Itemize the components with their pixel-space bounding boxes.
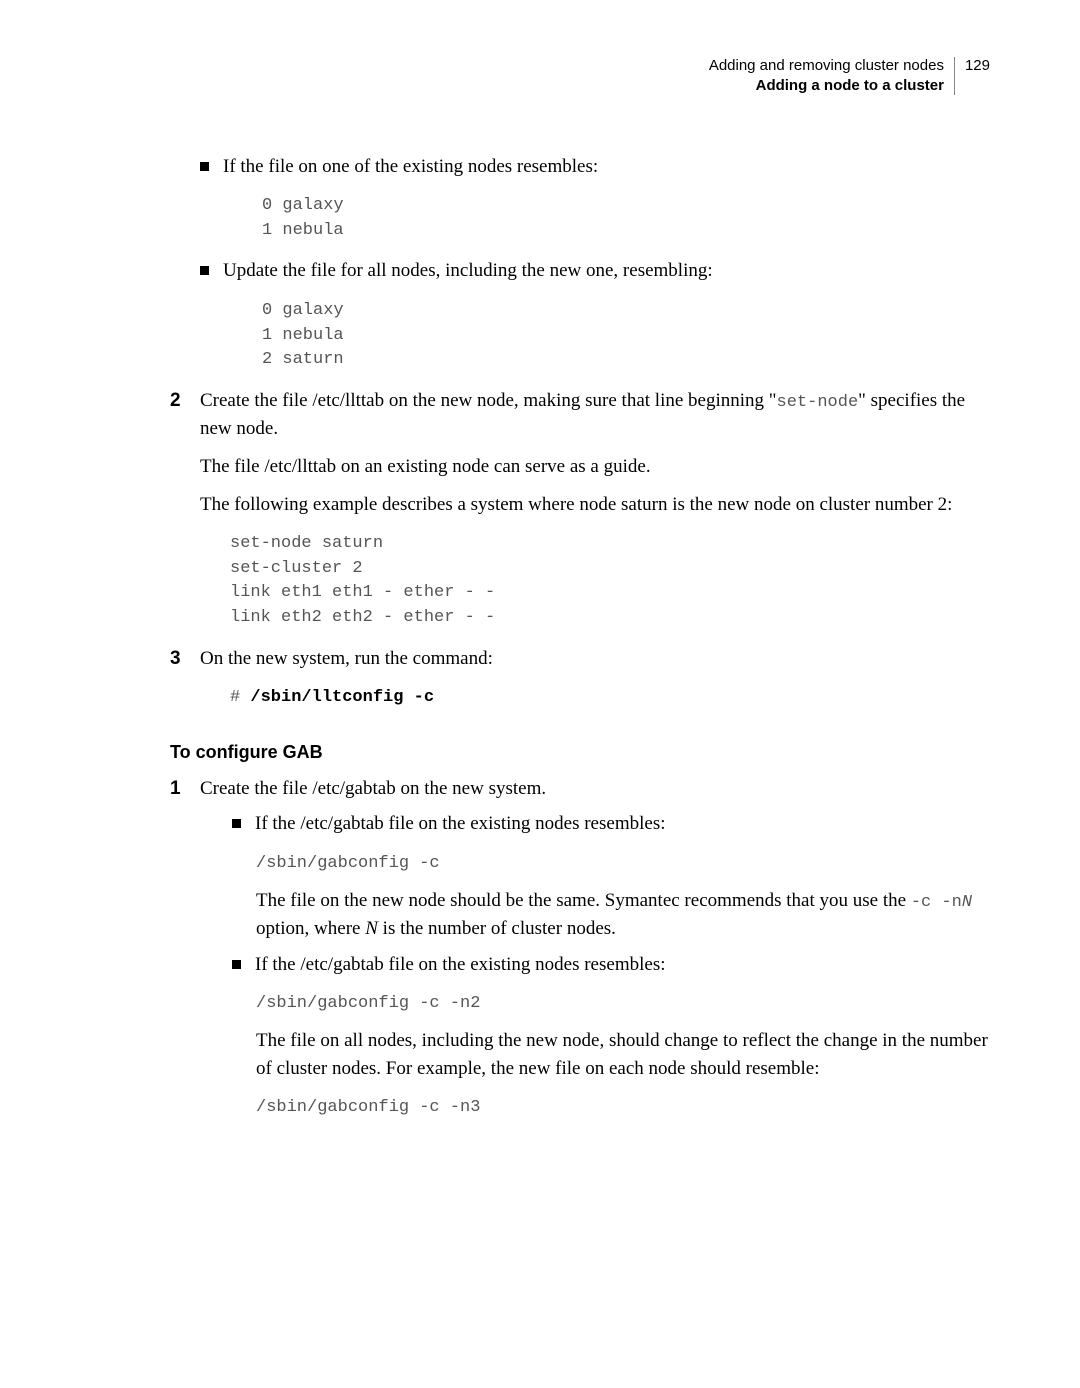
- subbullet-text: If the /etc/gabtab file on the existing …: [255, 951, 666, 979]
- step-1b: 1 Create the file /etc/gabtab on the new…: [170, 775, 990, 803]
- bullet-text: If the file on one of the existing nodes…: [223, 153, 598, 181]
- inline-code-italic: N: [962, 893, 972, 912]
- italic: N: [365, 918, 378, 939]
- bullet-item: Update the file for all nodes, including…: [200, 257, 990, 285]
- step-content: Create the file /etc/llttab on the new n…: [200, 387, 990, 443]
- step-number: 3: [170, 645, 200, 673]
- bullet-icon: [200, 266, 209, 275]
- step-content: On the new system, run the command:: [200, 645, 990, 673]
- code-block: /sbin/gabconfig -c -n3: [256, 1096, 990, 1121]
- bullet-icon: [232, 819, 241, 828]
- page-number: 129: [965, 57, 990, 74]
- step-3: 3 On the new system, run the command:: [170, 645, 990, 673]
- code-block: 0 galaxy 1 nebula 2 saturn: [262, 299, 990, 373]
- section-heading: To configure GAB: [170, 739, 990, 765]
- page-header: Adding and removing cluster nodes Adding…: [170, 56, 990, 97]
- code-block: set-node saturn set-cluster 2 link eth1 …: [230, 532, 990, 631]
- body: If the file on one of the existing nodes…: [170, 153, 990, 1121]
- code-block: /sbin/gabconfig -c: [256, 852, 990, 877]
- bullet-icon: [200, 162, 209, 171]
- step2-para1-pre: Create the file /etc/llttab on the new n…: [200, 390, 777, 411]
- subbullet-item: If the /etc/gabtab file on the existing …: [232, 951, 990, 979]
- bullet-text: Update the file for all nodes, including…: [223, 257, 713, 285]
- command: /sbin/lltconfig -c: [250, 688, 434, 707]
- inline-code: -c -n: [911, 893, 962, 912]
- subbullet-text: If the /etc/gabtab file on the existing …: [255, 810, 666, 838]
- step-number: 1: [170, 775, 200, 803]
- paragraph: The file on the new node should be the s…: [256, 887, 990, 943]
- code-block: # /sbin/lltconfig -c: [230, 686, 990, 711]
- code-block: /sbin/gabconfig -c -n2: [256, 992, 990, 1017]
- header-text: Adding and removing cluster nodes Adding…: [709, 56, 944, 97]
- header-title: Adding and removing cluster nodes: [709, 56, 944, 76]
- page: Adding and removing cluster nodes Adding…: [0, 0, 1080, 1121]
- header-divider: [954, 57, 955, 95]
- code-block: 0 galaxy 1 nebula: [262, 194, 990, 243]
- text: The file on the new node should be the s…: [256, 890, 911, 911]
- step-2: 2 Create the file /etc/llttab on the new…: [170, 387, 990, 443]
- step-content: Create the file /etc/gabtab on the new s…: [200, 775, 990, 803]
- paragraph: The file /etc/llttab on an existing node…: [200, 453, 990, 481]
- text: option, where: [256, 918, 365, 939]
- prompt: #: [230, 688, 250, 707]
- paragraph: The following example describes a system…: [200, 491, 990, 519]
- bullet-item: If the file on one of the existing nodes…: [200, 153, 990, 181]
- step-number: 2: [170, 387, 200, 415]
- text: is the number of cluster nodes.: [378, 918, 616, 939]
- header-section: Adding a node to a cluster: [709, 76, 944, 96]
- inline-code: set-node: [777, 393, 859, 412]
- subbullet-group: If the /etc/gabtab file on the existing …: [232, 810, 990, 1120]
- subbullet-item: If the /etc/gabtab file on the existing …: [232, 810, 990, 838]
- paragraph: The file on all nodes, including the new…: [256, 1027, 990, 1082]
- bullet-icon: [232, 960, 241, 969]
